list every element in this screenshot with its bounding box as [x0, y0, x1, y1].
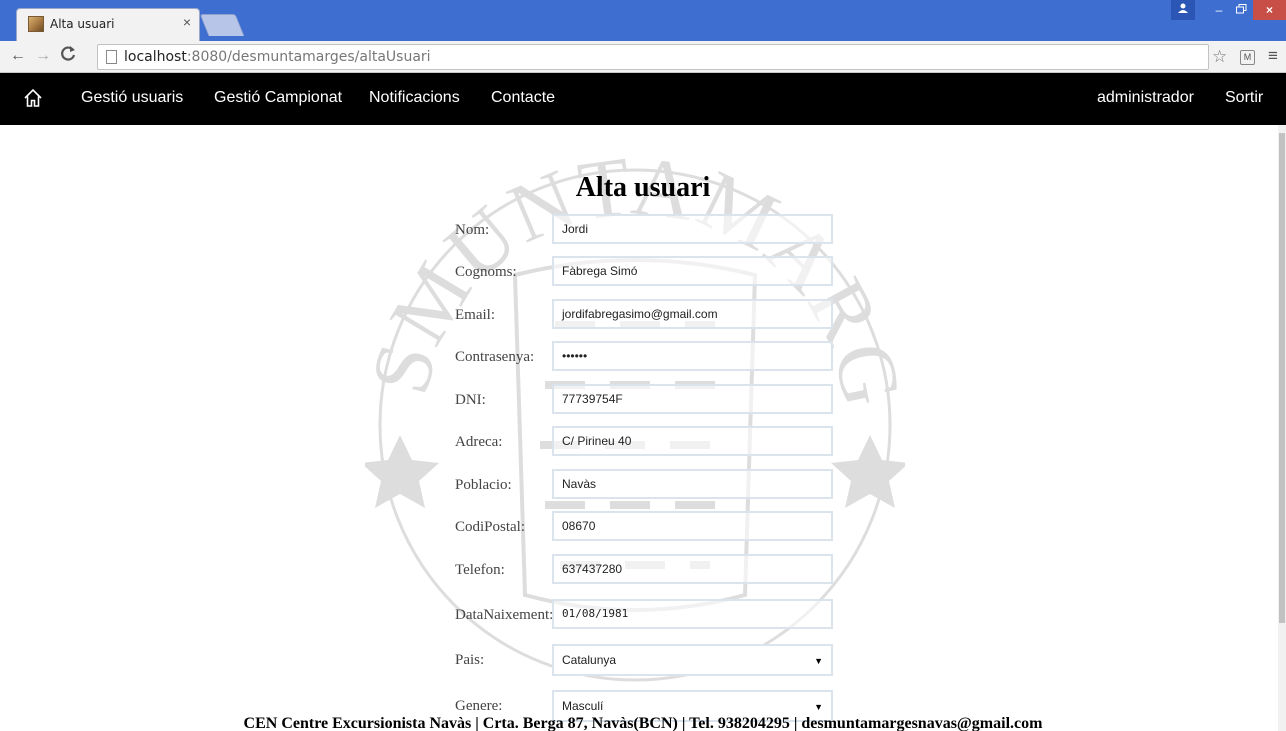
form-row-datanaixement: DataNaixement: 01/08/1981	[455, 599, 835, 631]
reload-icon[interactable]	[60, 45, 76, 66]
input-poblacio[interactable]: Navàs	[552, 469, 833, 499]
input-cognoms[interactable]: Fàbrega Simó	[552, 256, 833, 286]
maximize-button[interactable]	[1229, 0, 1253, 20]
browser-titlebar: Alta usuari × – ×	[0, 0, 1286, 41]
select-pais[interactable]: Catalunya ▼	[552, 644, 833, 676]
label-email: Email:	[455, 307, 495, 323]
label-adreca: Adreca:	[455, 434, 503, 450]
label-dni: DNI:	[455, 392, 486, 408]
form-row-dni: DNI: 77739754F	[455, 384, 835, 416]
new-tab-button[interactable]	[199, 14, 245, 36]
label-poblacio: Poblacio:	[455, 477, 512, 493]
page-footer: CEN Centre Excursionista Navàs | Crta. B…	[243, 715, 1043, 731]
label-contrasenya: Contrasenya:	[455, 349, 535, 365]
scrollbar-thumb[interactable]	[1279, 133, 1285, 623]
input-codipostal[interactable]: 08670	[552, 511, 833, 541]
minimize-button[interactable]: –	[1207, 0, 1231, 20]
nav-notificacions[interactable]: Notificacions	[369, 89, 460, 107]
dropdown-caret-icon: ▼	[814, 656, 823, 666]
favicon-icon	[28, 16, 44, 32]
forward-arrow-icon[interactable]: →	[35, 47, 51, 65]
window-close-button[interactable]: ×	[1253, 0, 1286, 20]
nav-user-administrador[interactable]: administrador	[1097, 89, 1194, 107]
browser-toolbar: ← → localhost:8080/desmuntamarges/altaUs…	[0, 41, 1286, 73]
form-title: Alta usuari	[575, 172, 711, 203]
profile-icon[interactable]	[1171, 0, 1195, 20]
bookmark-star-icon[interactable]: ☆	[1212, 47, 1227, 67]
input-dni[interactable]: 77739754F	[552, 384, 833, 414]
back-arrow-icon[interactable]: ←	[10, 47, 26, 65]
form-row-email: Email: jordifabregasimo@gmail.com	[455, 299, 835, 331]
input-email[interactable]: jordifabregasimo@gmail.com	[552, 299, 833, 329]
page-content: DESMUNTAMARGES Alta usuari Nom: Jordi Co…	[0, 125, 1278, 731]
form-row-cognoms: Cognoms: Fàbrega Simó	[455, 256, 835, 288]
label-nom: Nom:	[455, 222, 490, 238]
label-pais: Pais:	[455, 652, 485, 668]
input-datanaixement[interactable]: 01/08/1981	[552, 599, 833, 629]
form-row-nom: Nom: Jordi	[455, 214, 835, 246]
nav-gestio-campionat[interactable]: Gestió Campionat	[214, 89, 342, 107]
vertical-scrollbar[interactable]	[1278, 125, 1286, 731]
tab-close-icon[interactable]: ×	[183, 14, 191, 30]
input-adreca[interactable]: C/ Pirineu 40	[552, 426, 833, 456]
label-telefon: Telefon:	[455, 562, 505, 578]
browser-tab[interactable]: Alta usuari ×	[16, 8, 200, 41]
label-codipostal: CodiPostal:	[455, 519, 526, 535]
tab-title: Alta usuari	[50, 17, 115, 31]
form-row-codipostal: CodiPostal: 08670	[455, 511, 835, 543]
url-text: localhost:8080/desmuntamarges/altaUsuari	[124, 49, 431, 65]
extension-icon[interactable]: M	[1240, 50, 1255, 65]
input-telefon[interactable]: 637437280	[552, 554, 833, 584]
home-icon[interactable]	[23, 88, 43, 113]
label-datanaixement: DataNaixement:	[455, 607, 554, 623]
select-genere-value: Masculí	[562, 699, 604, 713]
label-genere: Genere:	[455, 698, 503, 714]
input-contrasenya[interactable]: ••••••	[552, 341, 833, 371]
form-row-poblacio: Poblacio: Navàs	[455, 469, 835, 501]
nav-contacte[interactable]: Contacte	[491, 89, 555, 107]
nav-gestio-usuaris[interactable]: Gestió usuaris	[81, 89, 183, 107]
label-cognoms: Cognoms:	[455, 264, 517, 280]
app-navbar: Gestió usuaris Gestió Campionat Notifica…	[0, 73, 1286, 125]
address-bar[interactable]: localhost:8080/desmuntamarges/altaUsuari	[97, 44, 1209, 70]
form-row-adreca: Adreca: C/ Pirineu 40	[455, 426, 835, 458]
form-row-pais: Pais: Catalunya ▼	[455, 644, 835, 676]
form-row-telefon: Telefon: 637437280	[455, 554, 835, 586]
menu-icon[interactable]: ≡	[1268, 46, 1278, 66]
input-nom[interactable]: Jordi	[552, 214, 833, 244]
page-icon	[106, 50, 117, 64]
form-row-contrasenya: Contrasenya: ••••••	[455, 341, 835, 373]
select-pais-value: Catalunya	[562, 653, 617, 667]
nav-sortir[interactable]: Sortir	[1225, 89, 1263, 107]
